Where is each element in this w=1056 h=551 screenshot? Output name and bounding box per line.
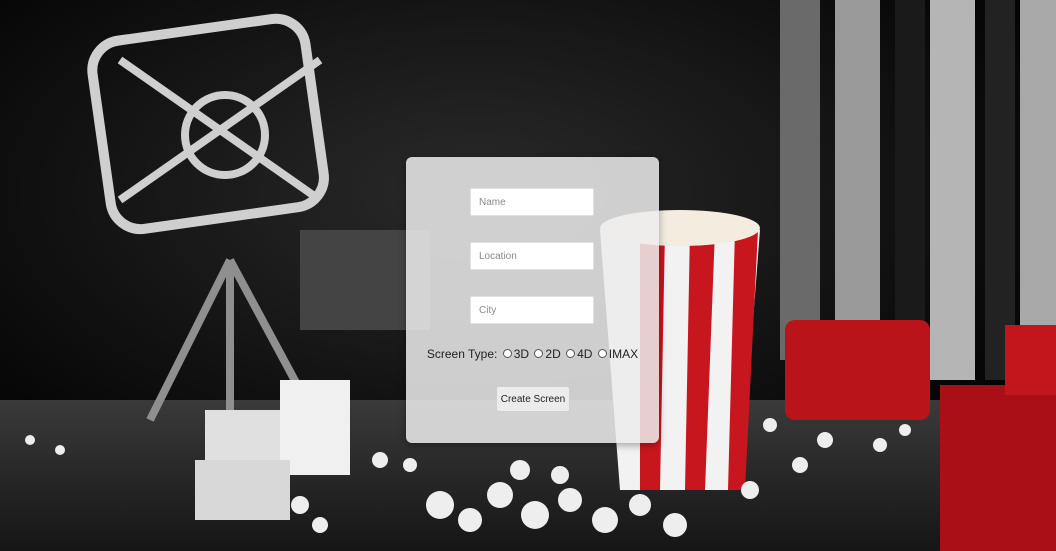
screen-type-label: Screen Type:: [426, 347, 498, 361]
screen-type-option-2d[interactable]: 2D: [534, 347, 561, 361]
radio-2d[interactable]: [534, 349, 544, 359]
screen-type-3d-label: 3D: [513, 347, 530, 361]
create-screen-form: Screen Type: 3D 2D 4D IMAX Create Screen: [406, 157, 659, 443]
screen-type-group: Screen Type: 3D 2D 4D IMAX: [406, 347, 659, 361]
radio-imax[interactable]: [597, 349, 607, 359]
radio-4d[interactable]: [566, 349, 576, 359]
screen-type-option-imax[interactable]: IMAX: [597, 347, 639, 361]
screen-type-4d-label: 4D: [577, 347, 593, 361]
city-input[interactable]: [470, 296, 594, 324]
screen-type-2d-label: 2D: [545, 347, 561, 361]
location-input[interactable]: [470, 242, 594, 270]
name-input[interactable]: [470, 188, 594, 216]
screen-type-imax-label: IMAX: [608, 347, 639, 361]
create-screen-button[interactable]: Create Screen: [496, 386, 570, 412]
screen-type-option-3d[interactable]: 3D: [502, 347, 530, 361]
radio-3d[interactable]: [502, 349, 512, 359]
screen-type-option-4d[interactable]: 4D: [566, 347, 592, 361]
